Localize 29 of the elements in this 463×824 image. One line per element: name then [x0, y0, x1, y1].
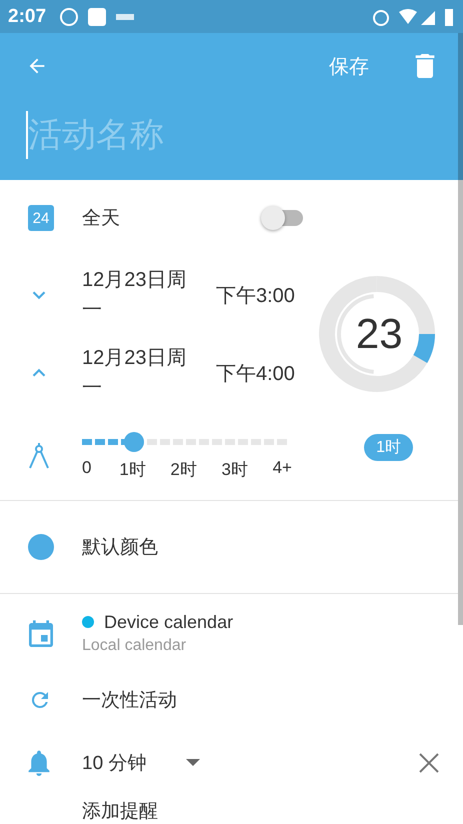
date-text[interactable]: 12月23日周一: [82, 265, 194, 325]
caret-icon: [186, 759, 200, 767]
calendar-name[interactable]: Device calendar: [104, 612, 234, 632]
all-day-label: 全天: [82, 207, 120, 231]
color-dot[interactable]: [28, 534, 54, 560]
calendar-account: Local calendar: [82, 636, 188, 654]
all-day-icon: 24: [28, 205, 54, 231]
close-icon[interactable]: [419, 753, 439, 773]
date-text[interactable]: 12月23日周一: [82, 343, 194, 403]
slider-thumb[interactable]: [124, 432, 144, 452]
slider-tick-label: 4+: [272, 458, 293, 478]
calendar-icon: [28, 619, 54, 647]
bell-icon: [28, 750, 50, 776]
duration-chip: 1时: [364, 434, 413, 461]
slider-tick-label: 3时: [221, 458, 249, 480]
trash-icon[interactable]: [415, 54, 435, 78]
compass-icon: [28, 443, 50, 469]
reminder-dropdown[interactable]: 10 分钟: [82, 750, 200, 776]
color-label[interactable]: 默认颜色: [82, 534, 158, 560]
status-time: 2:07: [8, 6, 46, 28]
time-text[interactable]: 下午3:00: [216, 282, 295, 308]
slider-tick-label: 0: [82, 458, 92, 478]
title-field[interactable]: 活动名称: [26, 111, 326, 159]
slider-tick-label: 1时: [119, 458, 147, 480]
time-text[interactable]: 下午4:00: [216, 360, 295, 386]
day-number: 23: [356, 310, 403, 358]
repeat-label[interactable]: 一次性活动: [82, 687, 177, 713]
slider-tick-label: 2时: [170, 458, 198, 480]
add-reminder-link[interactable]: 添加提醒: [82, 798, 158, 824]
